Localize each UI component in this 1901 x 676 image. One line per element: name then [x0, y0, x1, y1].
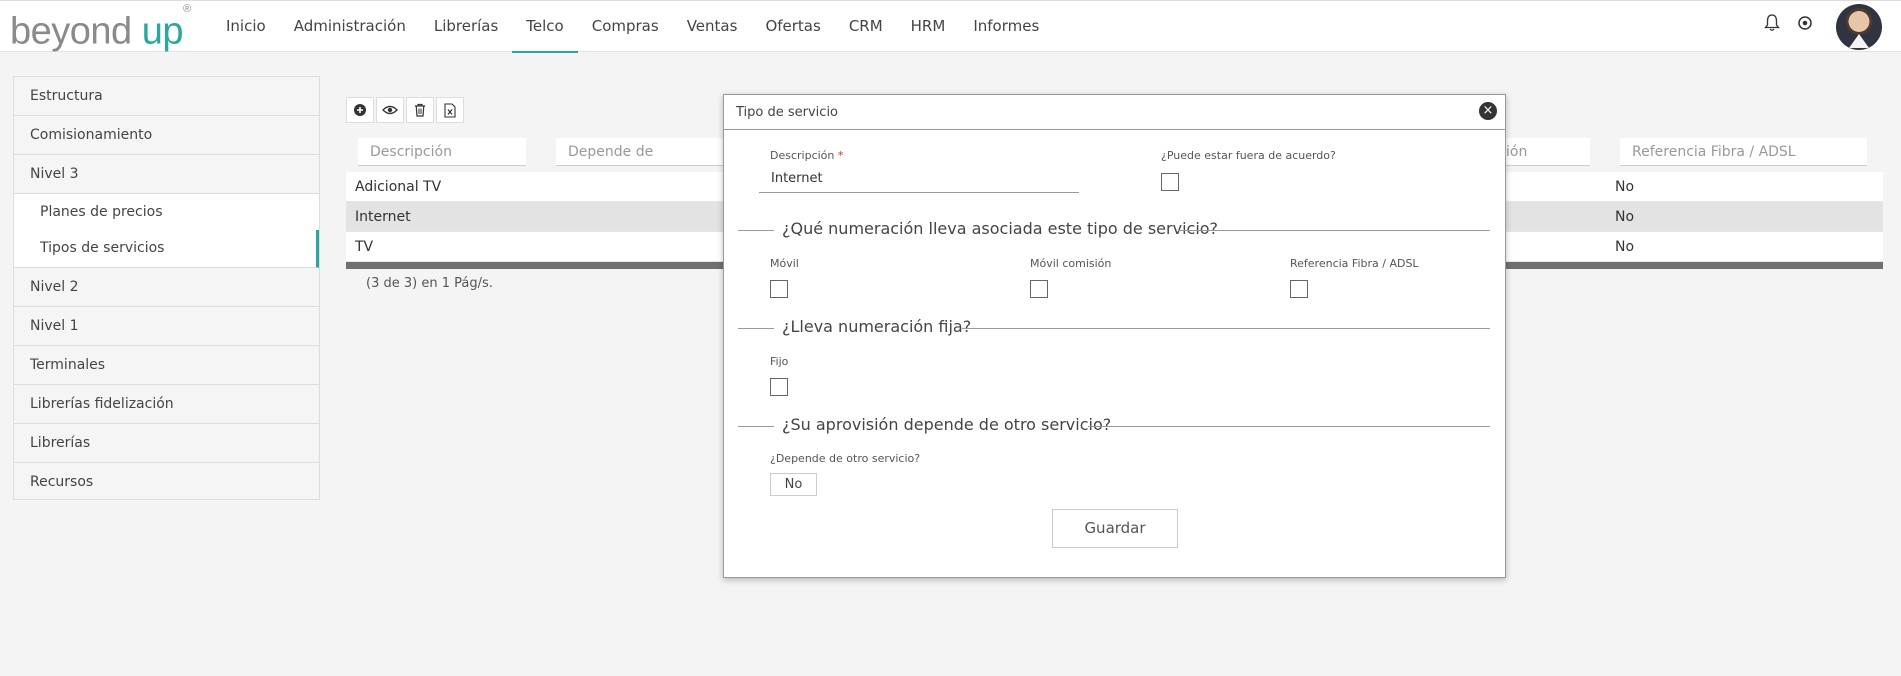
- add-button[interactable]: [346, 97, 374, 123]
- depende-otro-servicio-label: ¿Depende de otro servicio?: [770, 452, 921, 465]
- sidebar-item-nivel-3[interactable]: Nivel 3: [14, 155, 319, 194]
- app-logo[interactable]: beyond up®: [10, 3, 191, 54]
- sidebar-item-librerias[interactable]: Librerías: [14, 424, 319, 463]
- nav-item-hrm[interactable]: HRM: [897, 1, 960, 53]
- sidebar-item-terminales[interactable]: Terminales: [14, 346, 319, 385]
- nav-item-informes[interactable]: Informes: [959, 1, 1053, 53]
- movil-comision-label: Móvil comisión: [1030, 257, 1112, 270]
- delete-icon: [415, 103, 425, 117]
- referencia-fibra-adsl-checkbox[interactable]: [1290, 280, 1308, 298]
- section-fija-title: ¿Lleva numeración fija?: [782, 317, 972, 336]
- fuera-acuerdo-label: ¿Puede estar fuera de acuerdo?: [1161, 149, 1336, 162]
- sidebar-item-tipos-de-servicios[interactable]: Tipos de servicios: [14, 230, 319, 268]
- dialog-title: Tipo de servicio: [736, 105, 839, 120]
- descripcion-input[interactable]: Internet: [759, 165, 1079, 193]
- cell-referencia: No: [1615, 179, 1635, 195]
- save-button[interactable]: Guardar: [1052, 509, 1178, 548]
- descripcion-label-text: Descripción: [770, 149, 835, 162]
- nav-item-administracion[interactable]: Administración: [280, 1, 420, 53]
- sidebar-item-comisionamiento[interactable]: Comisionamiento: [14, 116, 319, 155]
- cell-descripcion: Internet: [355, 209, 411, 225]
- sidebar-item-estructura[interactable]: Estructura: [14, 77, 319, 116]
- nav-item-librerias[interactable]: Librerías: [420, 1, 512, 53]
- logo-registered-mark: ®: [183, 3, 191, 15]
- bell-icon[interactable]: [1763, 13, 1781, 33]
- movil-checkbox[interactable]: [770, 280, 788, 298]
- pagination-summary: (3 de 3) en 1 Pág/s.: [366, 276, 493, 291]
- view-button[interactable]: [376, 97, 404, 123]
- fuera-acuerdo-checkbox[interactable]: [1161, 173, 1179, 191]
- grid-toolbar: [346, 97, 464, 123]
- cell-referencia: No: [1615, 239, 1635, 255]
- cell-referencia: No: [1615, 209, 1635, 225]
- cell-descripcion: TV: [355, 239, 374, 255]
- export-excel-button[interactable]: [436, 97, 464, 123]
- sidebar-item-recursos[interactable]: Recursos: [14, 463, 319, 502]
- avatar[interactable]: [1836, 4, 1882, 50]
- logo-text-beyond: beyond: [10, 10, 132, 53]
- logo-text-up: up: [141, 10, 184, 53]
- fijo-label: Fijo: [770, 355, 789, 368]
- tipo-servicio-dialog: Tipo de servicio × Descripción * Interne…: [723, 94, 1506, 578]
- section-aprovision-title: ¿Su aprovisión depende de otro servicio?: [782, 415, 1112, 434]
- sidebar-item-planes-de-precios[interactable]: Planes de precios: [14, 194, 319, 230]
- close-icon[interactable]: ×: [1479, 102, 1497, 120]
- section-numeracion-title: ¿Qué numeración lleva asociada este tipo…: [782, 219, 1219, 238]
- nav-item-inicio[interactable]: Inicio: [212, 1, 280, 53]
- sidebar-item-nivel-1[interactable]: Nivel 1: [14, 307, 319, 346]
- cell-descripcion: Adicional TV: [355, 179, 442, 195]
- section-fija: ¿Lleva numeración fija?: [738, 317, 1490, 339]
- sidebar-item-librerias-fidelizacion[interactable]: Librerías fidelización: [14, 385, 319, 424]
- required-mark: *: [837, 149, 844, 162]
- depende-otro-servicio-toggle[interactable]: No: [770, 473, 817, 496]
- nav-item-ofertas[interactable]: Ofertas: [751, 1, 834, 53]
- dialog-header: Tipo de servicio ×: [724, 95, 1505, 130]
- referencia-fibra-adsl-label: Referencia Fibra / ADSL: [1290, 257, 1419, 270]
- user-menu-icon[interactable]: [1796, 13, 1814, 33]
- movil-comision-checkbox[interactable]: [1030, 280, 1048, 298]
- top-bar: beyond up® Inicio Administración Librerí…: [0, 0, 1901, 54]
- sidebar: Estructura Comisionamiento Nivel 3 Plane…: [13, 76, 320, 500]
- filter-referencia-fibra-adsl[interactable]: Referencia Fibra / ADSL: [1620, 138, 1867, 166]
- sidebar-item-nivel-2[interactable]: Nivel 2: [14, 268, 319, 307]
- section-numeracion: ¿Qué numeración lleva asociada este tipo…: [738, 219, 1490, 241]
- excel-export-icon: [444, 102, 456, 118]
- descripcion-label: Descripción *: [770, 149, 843, 162]
- add-icon: [354, 104, 366, 116]
- nav-item-compras[interactable]: Compras: [578, 1, 673, 53]
- view-icon: [382, 105, 398, 115]
- main-nav: Inicio Administración Librerías Telco Co…: [212, 1, 1053, 53]
- fijo-checkbox[interactable]: [770, 378, 788, 396]
- filter-depende-de[interactable]: Depende de: [556, 138, 731, 166]
- nav-item-ventas[interactable]: Ventas: [673, 1, 752, 53]
- section-aprovision: ¿Su aprovisión depende de otro servicio?: [738, 415, 1490, 437]
- movil-label: Móvil: [770, 257, 799, 270]
- nav-item-crm[interactable]: CRM: [835, 1, 897, 53]
- filter-descripcion[interactable]: Descripción: [358, 138, 526, 166]
- delete-button[interactable]: [406, 97, 434, 123]
- nav-item-telco[interactable]: Telco: [512, 1, 578, 53]
- filter-comision[interactable]: ión: [1500, 138, 1590, 166]
